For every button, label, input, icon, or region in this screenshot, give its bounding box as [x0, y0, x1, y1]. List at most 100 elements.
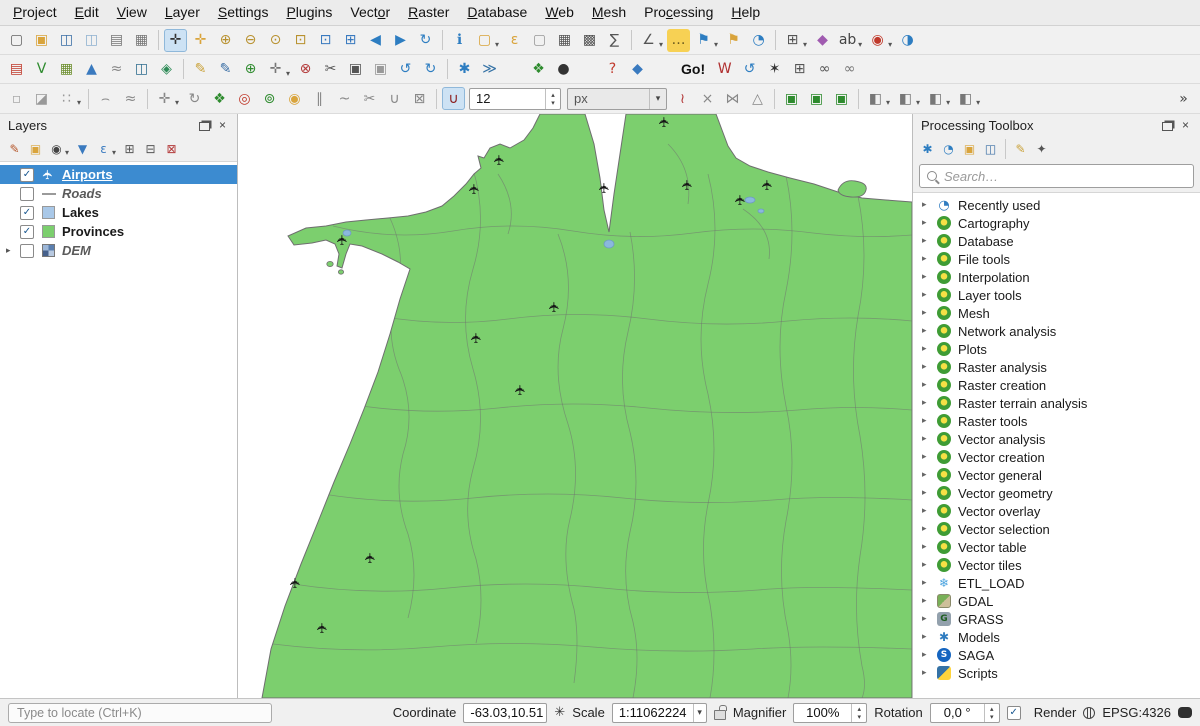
toolbar-overflow-button[interactable]: »: [1172, 87, 1195, 110]
expand-arrow-icon[interactable]: ▸: [922, 290, 930, 300]
expand-arrow-icon[interactable]: ▸: [922, 218, 930, 228]
pan-to-selection-icon[interactable]: ✛: [189, 29, 212, 52]
expand-arrow-icon[interactable]: ▸: [6, 246, 11, 256]
snapping-tolerance-spin[interactable]: 12▴▾: [469, 88, 561, 110]
expand-arrow-icon[interactable]: ▸: [922, 272, 930, 282]
grid-plugin-icon[interactable]: ⊞: [788, 58, 811, 81]
toolbox-group-recently-used[interactable]: ▸◔Recently used: [913, 196, 1200, 214]
expand-arrow-icon[interactable]: ▸: [922, 488, 930, 498]
expand-arrow-icon[interactable]: ▸: [922, 362, 930, 372]
tracing-icon[interactable]: ≀: [671, 87, 694, 110]
label-toolbar-icon[interactable]: ∷: [55, 87, 78, 110]
simplify-feature-icon[interactable]: ❖: [208, 87, 231, 110]
save-layer-edits-icon[interactable]: ✎: [214, 58, 237, 81]
add-mesh-layer-icon[interactable]: ▲: [80, 58, 103, 81]
whats-this-icon[interactable]: ◆: [626, 58, 649, 81]
expand-arrow-icon[interactable]: ▸: [922, 524, 930, 534]
toolbox-group-mesh[interactable]: ▸Mesh: [913, 304, 1200, 322]
map-tips-icon[interactable]: …: [667, 29, 690, 52]
rotation-spin-arrows[interactable]: ▴▾: [984, 704, 999, 722]
toolbox-group-raster-analysis[interactable]: ▸Raster analysis: [913, 358, 1200, 376]
layer-style-combo-icon[interactable]: ◧: [864, 87, 887, 110]
menu-project[interactable]: Project: [4, 0, 66, 25]
toolbox-history-icon[interactable]: ◔: [939, 139, 958, 158]
menu-processing[interactable]: Processing: [635, 0, 722, 25]
go-button[interactable]: Go!: [674, 61, 712, 77]
menu-raster[interactable]: Raster: [399, 0, 458, 25]
layers-panel-float-button[interactable]: [198, 119, 211, 132]
expand-arrow-icon[interactable]: ▸: [922, 398, 930, 408]
menu-database[interactable]: Database: [458, 0, 536, 25]
toolbox-save-icon[interactable]: ◫: [981, 139, 1000, 158]
fill-ring-icon[interactable]: ◉: [283, 87, 306, 110]
zoom-out-icon[interactable]: ⊖: [239, 29, 262, 52]
plugin-builder-icon[interactable]: ❖: [527, 58, 550, 81]
expand-arrow-icon[interactable]: ▸: [922, 200, 930, 210]
render-checkbox[interactable]: [1007, 706, 1021, 720]
layer-checkbox-dem[interactable]: [20, 244, 34, 258]
show-layout-manager-icon[interactable]: ▦: [130, 29, 153, 52]
layer-checkbox-airports[interactable]: [20, 168, 34, 182]
toolbox-models-icon[interactable]: ✱: [918, 139, 937, 158]
identify-features-icon[interactable]: ℹ: [448, 29, 471, 52]
field-calculator-icon[interactable]: ▩: [578, 29, 601, 52]
toolbox-group-raster-terrain-analysis[interactable]: ▸Raster terrain analysis: [913, 394, 1200, 412]
layer-checkbox-lakes[interactable]: [20, 206, 34, 220]
measure-icon[interactable]: ∠: [637, 29, 660, 52]
diagram-options-dropdown-icon[interactable]: ▾: [888, 40, 892, 49]
zoom-next-icon[interactable]: ▶: [389, 29, 412, 52]
toggle-editing-icon[interactable]: ✎: [189, 58, 212, 81]
expand-arrow-icon[interactable]: ▸: [922, 308, 930, 318]
toolbox-panel-close-button[interactable]: ×: [1179, 119, 1192, 132]
reload-plugin-icon[interactable]: ↺: [738, 58, 761, 81]
symbol-color-combo-dropdown-icon[interactable]: ▾: [916, 98, 920, 107]
open-attribute-table-icon[interactable]: ▦: [553, 29, 576, 52]
vertex-tool-icon[interactable]: ✛: [264, 58, 287, 81]
toolbox-group-cartography[interactable]: ▸Cartography: [913, 214, 1200, 232]
rotate-feature-icon[interactable]: ↻: [183, 87, 206, 110]
scale-lock-icon[interactable]: [714, 710, 726, 720]
labeling-options-icon[interactable]: ab: [836, 29, 859, 52]
menu-layer[interactable]: Layer: [156, 0, 209, 25]
processing-toolbox-icon[interactable]: ✱: [453, 58, 476, 81]
layer-style-combo-dropdown-icon[interactable]: ▾: [886, 98, 890, 107]
save-project-as-icon[interactable]: ◫: [80, 29, 103, 52]
toolbox-options-icon[interactable]: ✦: [1032, 139, 1051, 158]
add-ring-icon[interactable]: ◎: [233, 87, 256, 110]
select-features-dropdown-icon[interactable]: ▾: [495, 40, 499, 49]
layer-item-dem[interactable]: ▸ DEM: [0, 241, 237, 260]
style-manager-icon[interactable]: ◆: [811, 29, 834, 52]
expand-arrow-icon[interactable]: ▸: [922, 506, 930, 516]
toolbox-group-etl-load[interactable]: ▸❄ETL_LOAD: [913, 574, 1200, 592]
toolbox-group-network-analysis[interactable]: ▸Network analysis: [913, 322, 1200, 340]
zoom-in-icon[interactable]: ⊕: [214, 29, 237, 52]
snapping-toggle-icon[interactable]: ∪: [442, 87, 465, 110]
spyglass-icon[interactable]: ∞: [838, 58, 861, 81]
wikipedia-plugin-icon[interactable]: W: [713, 58, 736, 81]
toolbox-group-saga[interactable]: ▸SSAGA: [913, 646, 1200, 664]
statistical-summary-icon[interactable]: ∑: [603, 29, 626, 52]
toolbox-group-vector-geometry[interactable]: ▸Vector geometry: [913, 484, 1200, 502]
diagram-options-icon[interactable]: ◉: [866, 29, 889, 52]
zoom-to-layer-icon[interactable]: ⊞: [339, 29, 362, 52]
add-group-icon[interactable]: ▣: [26, 139, 45, 158]
unplaced-labels-icon[interactable]: ◪: [30, 87, 53, 110]
new-print-layout-icon[interactable]: ▤: [105, 29, 128, 52]
layer-checkbox-provinces[interactable]: [20, 225, 34, 239]
expand-all-icon[interactable]: ⊞: [120, 139, 139, 158]
collapse-all-icon[interactable]: ⊟: [141, 139, 160, 158]
self-snapping-icon[interactable]: △: [746, 87, 769, 110]
toolbox-group-database[interactable]: ▸Database: [913, 232, 1200, 250]
labeling-options-dropdown-icon[interactable]: ▾: [858, 40, 862, 49]
undo-icon[interactable]: ↺: [394, 58, 417, 81]
menu-plugins[interactable]: Plugins: [277, 0, 341, 25]
coordinate-input[interactable]: -63.03,10.51: [463, 703, 547, 723]
toolbox-group-file-tools[interactable]: ▸File tools: [913, 250, 1200, 268]
delete-selected-icon[interactable]: ⊗: [294, 58, 317, 81]
toolbox-group-gdal[interactable]: ▸GDAL: [913, 592, 1200, 610]
binoculars-icon[interactable]: ∞: [813, 58, 836, 81]
expand-arrow-icon[interactable]: ▸: [922, 560, 930, 570]
expand-arrow-icon[interactable]: ▸: [922, 650, 930, 660]
toolbox-group-vector-overlay[interactable]: ▸Vector overlay: [913, 502, 1200, 520]
map-canvas[interactable]: ✈✈✈✈✈✈✈✈✈✈✈✈✈✈: [238, 114, 912, 698]
